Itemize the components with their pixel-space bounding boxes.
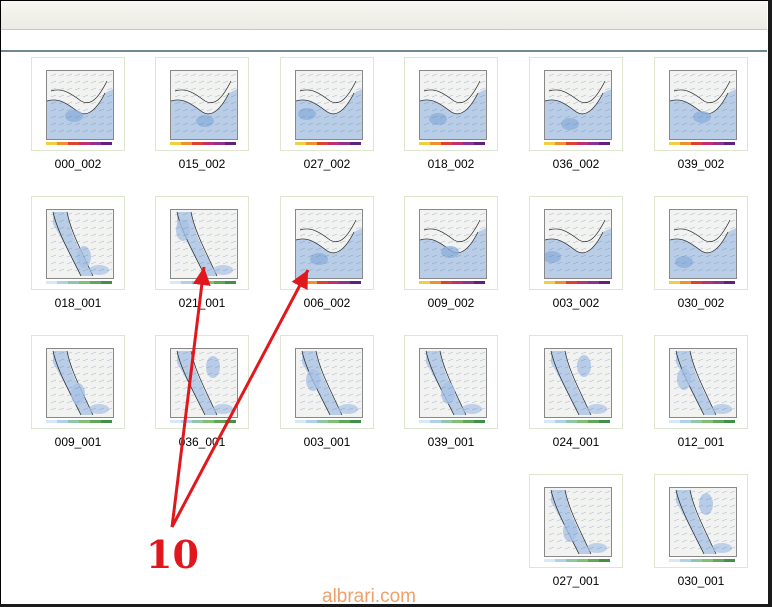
arrow-to-021-001 [170,266,211,528]
arrow-to-006-002 [170,269,310,528]
annotation-arrows [170,266,310,528]
annotation-label: 10 [146,532,199,577]
window-shadow-right [768,0,772,607]
